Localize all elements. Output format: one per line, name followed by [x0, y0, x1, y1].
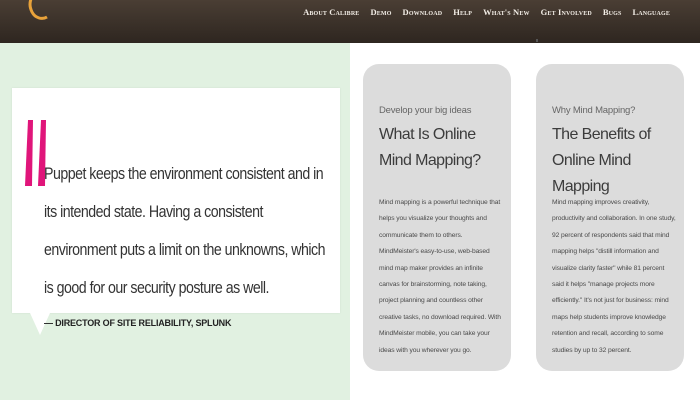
- nav-whats-new[interactable]: What's New: [483, 7, 530, 17]
- testimonial-author: — DIRECTOR OF SITE RELIABILITY, SPLUNK: [44, 318, 232, 328]
- info-card-what-is-mind-mapping: Develop your big ideas What Is Online Mi…: [363, 64, 511, 371]
- card-body: Mind mapping is a powerful technique tha…: [379, 199, 501, 354]
- main-nav: About Calibre Demo Download Help What's …: [303, 0, 670, 24]
- nav-get-involved[interactable]: Get Involved: [541, 7, 592, 17]
- nav-bugs[interactable]: Bugs: [603, 7, 622, 17]
- top-navigation-bar: About Calibre Demo Download Help What's …: [0, 0, 700, 43]
- info-card-benefits: Why Mind Mapping? The Benefits of Online…: [536, 64, 684, 371]
- nav-demo[interactable]: Demo: [370, 7, 391, 17]
- calibre-logo-icon[interactable]: [26, 0, 50, 24]
- testimonial-quote: Puppet keeps the environment consistent …: [44, 165, 326, 297]
- card-kicker: Develop your big ideas: [379, 105, 472, 116]
- card-title: What Is Online Mind Mapping?: [379, 126, 481, 169]
- nav-about-calibre[interactable]: About Calibre: [303, 7, 359, 17]
- divider-mark: [536, 39, 538, 42]
- nav-help[interactable]: Help: [453, 7, 472, 17]
- card-title: The Benefits of Online Mind Mapping: [552, 126, 651, 195]
- nav-download[interactable]: Download: [403, 7, 443, 17]
- card-body: Mind mapping improves creativity, produc…: [552, 199, 676, 354]
- nav-language[interactable]: Language: [632, 7, 670, 17]
- card-kicker: Why Mind Mapping?: [552, 105, 636, 116]
